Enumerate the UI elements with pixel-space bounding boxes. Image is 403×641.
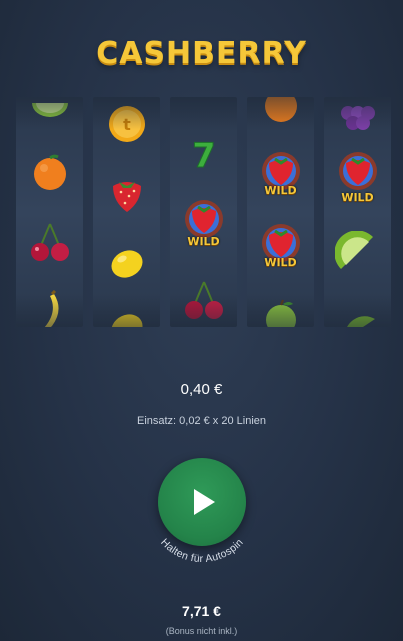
strawberry-icon: [93, 171, 160, 217]
seven-icon: 7: [170, 131, 237, 177]
seven-text: 7: [192, 136, 216, 174]
banana-icon: [16, 289, 83, 327]
lime-slice-icon: [324, 301, 391, 327]
orange-icon: [16, 149, 83, 195]
cherries-icon: [170, 277, 237, 323]
wild-label: WILD: [264, 184, 297, 197]
play-icon: [194, 489, 215, 515]
balance-amount: 7,71 €: [182, 603, 221, 619]
grapes-icon: [324, 97, 391, 139]
wild-label: WILD: [341, 191, 374, 204]
reel-3: 7 WILD: [170, 97, 237, 327]
orange-icon: [247, 97, 314, 131]
reel-4: WILD WILD: [247, 97, 314, 327]
spin-button[interactable]: [158, 458, 246, 546]
gold-coin-icon: t: [93, 101, 160, 147]
cherries-icon: [16, 219, 83, 265]
reel-5: WILD: [324, 97, 391, 327]
lemon-icon: [93, 305, 160, 327]
apple-icon: [247, 293, 314, 327]
wild-label: WILD: [264, 256, 297, 269]
stake-info: Einsatz: 0,02 € x 20 Linien: [136, 415, 267, 427]
coin-letter: t: [123, 115, 131, 134]
bet-amount[interactable]: 0,40 €: [0, 381, 403, 398]
lemon-icon: [93, 241, 160, 287]
reel-1: [16, 97, 83, 327]
game-title: CASHBERRY: [96, 36, 307, 71]
wild-berry-icon: [324, 149, 391, 195]
reel-2: t: [93, 97, 160, 327]
slot-reels: t 7 WILD WILD WILD WILD: [16, 97, 391, 327]
wild-label: WILD: [187, 235, 220, 248]
lime-slice-icon: [324, 231, 391, 277]
lime-slice-icon: [16, 97, 83, 133]
bonus-note: (Bonus nicht inkl.): [165, 626, 238, 636]
